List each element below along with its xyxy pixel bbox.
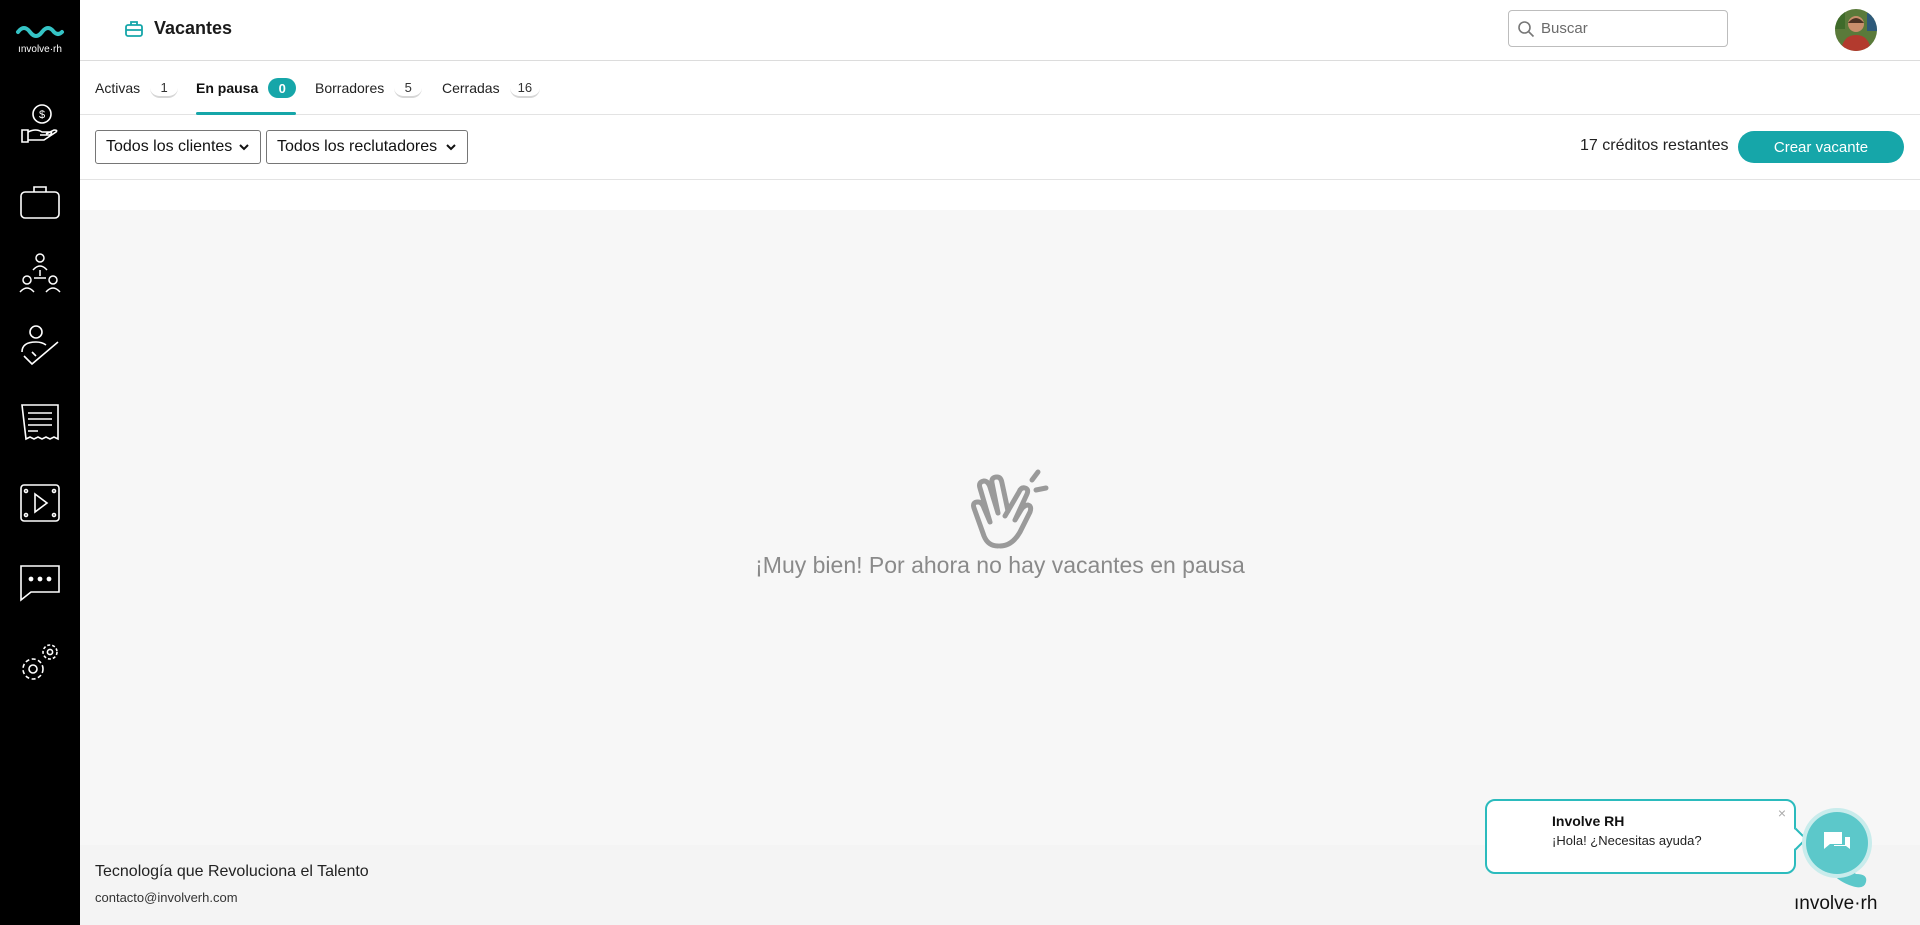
briefcase-icon — [20, 186, 60, 219]
create-vacancy-button[interactable]: Crear vacante — [1738, 131, 1904, 163]
chat-launcher-button[interactable] — [1806, 812, 1868, 874]
avatar[interactable] — [1835, 9, 1877, 51]
chevron-down-icon — [239, 144, 249, 151]
sidebar-item-payments[interactable]: $ — [14, 96, 66, 148]
sidebar: ınvolve·rh $ — [0, 0, 80, 925]
chat-agent-name: Involve RH — [1552, 813, 1625, 829]
empty-state-message: ¡Muy bien! Por ahora no hay vacantes en … — [755, 552, 1245, 578]
tab-cerradas[interactable]: Cerradas 16 — [442, 61, 541, 115]
sidebar-item-teams[interactable] — [14, 246, 66, 298]
sidebar-item-messages[interactable] — [14, 556, 66, 608]
page-title-group: Vacantes — [124, 18, 232, 39]
chevron-down-icon — [446, 144, 456, 151]
sidebar-item-settings[interactable] — [14, 636, 66, 688]
svg-text:$: $ — [39, 109, 45, 121]
involve-rh-logo[interactable]: ınvolve·rh — [10, 20, 70, 56]
tab-count: 16 — [509, 78, 541, 98]
video-film-icon — [20, 484, 60, 522]
settings-gears-icon — [22, 644, 58, 680]
footer-email-link[interactable]: contacto@involverh.com — [95, 890, 238, 905]
chat-popup[interactable]: Involve RH ¡Hola! ¿Necesitas ayuda? × — [1485, 799, 1796, 874]
clapping-hands-icon — [971, 469, 1049, 549]
tab-count: 5 — [394, 78, 423, 98]
search-icon — [1518, 20, 1535, 37]
tab-label: En pausa — [196, 80, 259, 96]
tab-label: Activas — [95, 80, 141, 96]
recruiters-select-value: Todos los reclutadores — [277, 138, 438, 155]
sidebar-item-invoices[interactable] — [14, 397, 66, 449]
search-input[interactable] — [1541, 20, 1721, 37]
close-icon[interactable]: × — [1778, 805, 1786, 821]
tab-en-pausa[interactable]: En pausa 0 — [196, 61, 297, 115]
people-network-icon — [19, 253, 61, 293]
footer-tagline: Tecnología que Revoluciona el Talento — [95, 863, 369, 880]
tab-activas[interactable]: Activas 1 — [95, 61, 179, 115]
sidebar-item-vacantes[interactable] — [14, 176, 66, 228]
tab-count: 1 — [150, 78, 179, 98]
top-header: Vacantes — [80, 0, 1920, 61]
chat-bubble-icon — [20, 565, 60, 602]
credits-remaining: 17 créditos restantes — [1580, 137, 1729, 154]
status-tabs: Activas 1 En pausa 0 Borradores 5 Cerrad… — [80, 61, 1920, 115]
invoice-icon — [21, 404, 59, 441]
user-avatar-image — [1835, 9, 1877, 51]
logo-text: ınvolve·rh — [18, 44, 62, 55]
tab-label: Borradores — [315, 80, 385, 96]
chat-greeting: ¡Hola! ¿Necesitas ayuda? — [1552, 833, 1702, 848]
tab-borradores[interactable]: Borradores 5 — [315, 61, 423, 115]
footer-logo-text: ınvolve·rh — [1794, 893, 1877, 914]
briefcase-icon — [125, 20, 143, 37]
clients-select[interactable]: Todos los clientes — [95, 130, 261, 164]
sidebar-item-candidates[interactable] — [14, 318, 66, 370]
payments-hand-icon: $ — [21, 104, 58, 143]
tab-count: 0 — [268, 78, 297, 98]
sidebar-item-videos[interactable] — [14, 477, 66, 529]
page-title: Vacantes — [154, 18, 233, 38]
chat-bubbles-icon — [1824, 832, 1850, 849]
empty-state-area: ¡Muy bien! Por ahora no hay vacantes en … — [80, 210, 1920, 845]
clients-select-value: Todos los clientes — [106, 138, 233, 155]
filter-bar: Todos los clientes Todos los reclutadore… — [80, 115, 1920, 180]
candidate-check-icon — [21, 325, 59, 366]
tab-label: Cerradas — [442, 80, 500, 96]
recruiters-select[interactable]: Todos los reclutadores — [266, 130, 468, 164]
search-box[interactable] — [1508, 10, 1728, 47]
